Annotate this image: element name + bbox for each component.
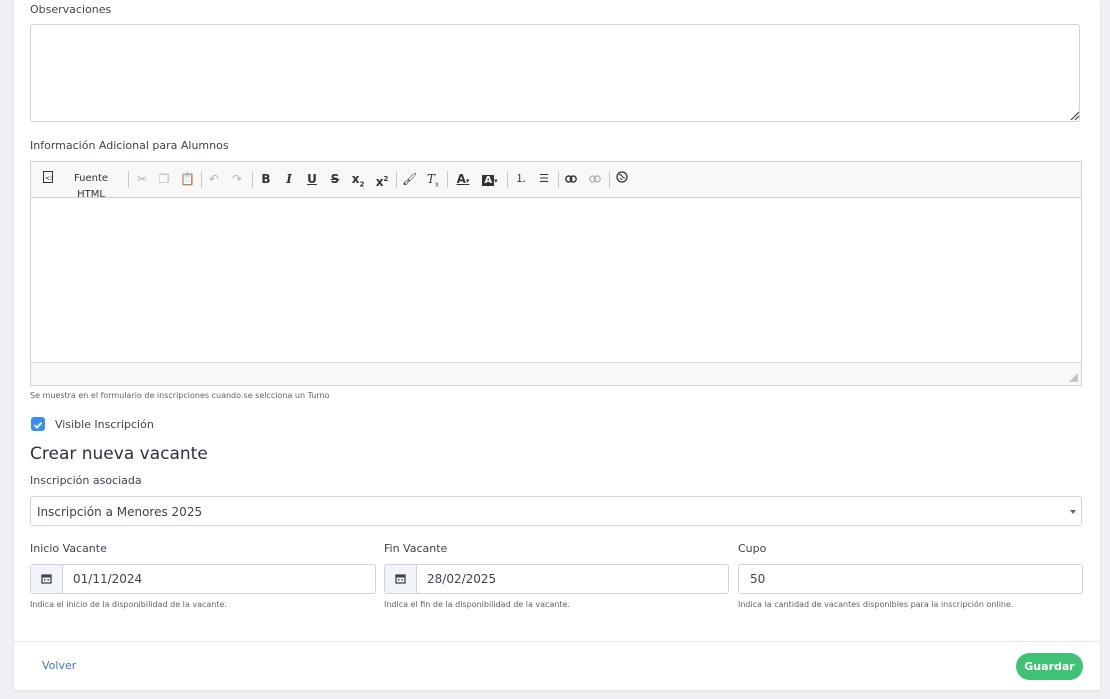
italic-icon[interactable]: I [282, 171, 296, 187]
subscript-icon[interactable]: x2 [350, 171, 366, 188]
inscripcion-select[interactable]: Inscripción a Menores 2025 [30, 496, 1082, 526]
section-title: Crear nueva vacante [30, 444, 208, 464]
toolbar-separator [252, 171, 253, 188]
link-icon[interactable] [564, 171, 578, 187]
toolbar-separator [507, 171, 508, 188]
inscripcion-select-value: Inscripción a Menores 2025 [37, 505, 203, 519]
fin-vacante-input[interactable]: 28/02/2025 [384, 564, 729, 594]
redo-icon[interactable]: ↷ [230, 171, 244, 187]
toolbar-separator [447, 171, 448, 188]
resize-grip-icon[interactable] [1069, 110, 1079, 120]
bg-color-icon[interactable]: A ▾ [480, 171, 500, 187]
fin-vacante-label: Fin Vacante [384, 542, 448, 555]
observaciones-textarea[interactable] [30, 24, 1080, 122]
svg-text:<>: <> [45, 175, 53, 182]
form-card: Observaciones Información Adicional para… [14, 0, 1100, 690]
editor-statusbar [31, 362, 1081, 385]
save-button[interactable]: Guardar [1016, 653, 1083, 680]
paste-icon[interactable]: 📋 [180, 171, 195, 187]
visible-inscripcion-checkbox[interactable] [31, 417, 45, 431]
visible-inscripcion-label: Visible Inscripción [55, 418, 154, 431]
editor-content-area[interactable] [31, 198, 1081, 363]
cut-icon[interactable]: ✂ [135, 171, 149, 187]
inscripcion-asociada-label: Inscripción asociada [30, 474, 142, 487]
back-button[interactable]: Volver [42, 659, 76, 672]
fin-vacante-value: 28/02/2025 [427, 572, 497, 586]
copy-icon[interactable]: ❐ [157, 171, 171, 187]
footer-divider [14, 641, 1100, 642]
calendar-icon[interactable] [385, 565, 417, 593]
source-icon[interactable]: <> [43, 171, 55, 187]
globe-icon[interactable] [615, 171, 629, 187]
format-painter-icon[interactable]: 🖌 [402, 171, 417, 187]
info-adicional-help: Se muestra en el formulario de inscripci… [30, 391, 330, 400]
unlink-icon[interactable] [588, 171, 602, 187]
info-adicional-label: Información Adicional para Alumnos [30, 139, 229, 152]
numbered-list-icon[interactable]: ⒈ [514, 171, 528, 187]
fin-vacante-help: Indica el fin de la disponibilidad de la… [384, 600, 571, 609]
inicio-vacante-label: Inicio Vacante [30, 542, 107, 555]
undo-icon[interactable]: ↶ [207, 171, 221, 187]
bullet-list-icon[interactable]: ☰ [537, 171, 551, 187]
inicio-vacante-help: Indica el inicio de la disponibilidad de… [30, 600, 227, 609]
inicio-vacante-input[interactable]: 01/11/2024 [30, 564, 376, 594]
toolbar-separator [558, 171, 559, 188]
text-color-icon[interactable]: A▾ [453, 171, 473, 187]
cupo-input[interactable]: 50 [738, 564, 1083, 594]
cupo-value: 50 [750, 572, 766, 586]
toolbar-separator [201, 171, 202, 188]
check-icon [33, 421, 43, 429]
editor-toolbar: <> Fuente HTML ✂ ❐ 📋 ↶ ↷ B I U S x2 x2 🖌… [31, 162, 1081, 200]
toolbar-separator [609, 171, 610, 188]
inicio-vacante-value: 01/11/2024 [73, 572, 143, 586]
chevron-down-icon [1070, 510, 1076, 514]
rich-text-editor: <> Fuente HTML ✂ ❐ 📋 ↶ ↷ B I U S x2 x2 🖌… [30, 161, 1082, 386]
toolbar-separator [128, 171, 129, 188]
superscript-icon[interactable]: x2 [374, 171, 390, 189]
clear-format-icon[interactable]: Tx [426, 171, 440, 188]
observaciones-label: Observaciones [30, 3, 112, 16]
bold-icon[interactable]: B [259, 171, 273, 187]
calendar-icon[interactable] [31, 565, 63, 593]
editor-resize-icon[interactable] [1069, 373, 1078, 382]
cupo-label: Cupo [738, 542, 767, 555]
cupo-help: Indica la cantidad de vacantes disponibl… [738, 600, 1014, 609]
underline-icon[interactable]: U [305, 171, 319, 187]
source-html-button[interactable]: Fuente HTML [59, 171, 123, 200]
strike-icon[interactable]: S [328, 171, 342, 187]
toolbar-separator [396, 171, 397, 188]
